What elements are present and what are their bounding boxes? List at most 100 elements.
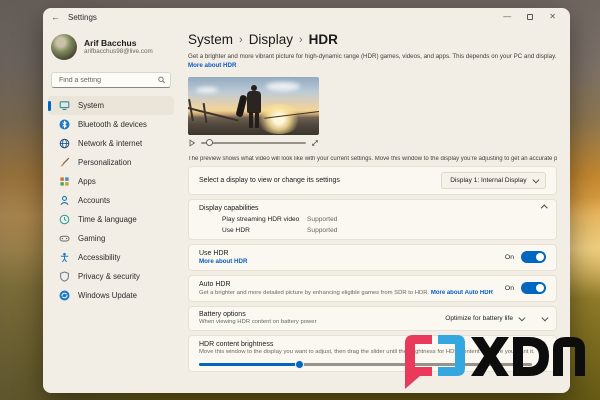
xda-logo: XDA [401,331,593,393]
auto-hdr-toggle[interactable] [521,282,546,294]
display-capabilities-header[interactable]: Display capabilities [199,205,546,212]
slider-fill [199,363,299,366]
person-icon [59,195,70,206]
more-about-auto-hdr-link[interactable]: More about Auto HDR [431,290,493,296]
sidebar-item-time-language[interactable]: Time & language [48,210,174,229]
sidebar-item-label: Accessibility [78,253,120,262]
battery-options-title: Battery options [199,311,437,318]
xda-logo-letters [471,337,585,376]
intro-body: Get a brighter and more vibrant picture … [188,53,556,60]
battery-options-row: Battery options When viewing HDR content… [188,306,557,331]
sidebar-item-personalization[interactable]: Personalization [48,153,174,172]
brush-icon [59,157,70,168]
breadcrumb-separator: › [239,34,243,46]
xda-logo-red-bracket [405,335,432,389]
hdr-preview-video[interactable] [188,77,319,135]
display-select-value: Display 1: Internal Display [450,177,526,184]
display-select-dropdown[interactable]: Display 1: Internal Display [441,172,546,189]
search-icon [158,76,165,84]
video-controls [188,137,319,150]
sidebar-item-label: Apps [78,177,96,186]
auto-hdr-row: Auto HDR Get a brighter and more detaile… [188,275,557,302]
sidebar-item-system[interactable]: System [48,96,174,115]
maximize-icon[interactable] [527,14,533,20]
slider-handle[interactable] [295,360,304,369]
capability-row: Play streaming HDR video Supported [199,216,546,223]
search-box[interactable] [51,72,171,88]
capability-label: Use HDR [222,227,307,234]
expander-chevron-icon[interactable] [541,314,547,320]
select-display-label: Select a display to view or change its s… [199,177,441,184]
breadcrumb: System › Display › HDR [188,32,557,47]
sidebar-item-apps[interactable]: Apps [48,172,174,191]
seek-handle[interactable] [206,139,213,146]
more-about-hdr-link[interactable]: More about HDR [199,258,247,265]
use-hdr-state: On [505,254,514,261]
sidebar-item-label: Gaming [78,234,105,243]
chevron-down-icon [532,176,538,182]
capability-value: Supported [307,216,337,223]
accessibility-icon [59,252,70,263]
window-title: Settings [68,13,97,22]
use-hdr-row: Use HDR More about HDR On [188,244,557,272]
sidebar: Arif Bacchus arifbacchus98@live.com Syst… [43,26,179,393]
sun-glow [256,104,302,134]
auto-hdr-subtitle: Get a brighter and more detailed picture… [199,290,431,296]
sidebar-item-windows-update[interactable]: Windows Update [48,286,174,305]
video-seekbar[interactable] [201,142,306,144]
sidebar-item-label: Privacy & security [78,272,140,281]
avatar [51,34,77,60]
user-name: Arif Bacchus [84,38,153,48]
desktop-background: ← Settings — ✕ Arif Bacchus arifbacchus9… [0,0,600,400]
select-display-row: Select a display to view or change its s… [188,166,557,195]
sidebar-item-accessibility[interactable]: Accessibility [48,248,174,267]
sidebar-item-label: System [78,101,104,110]
close-icon[interactable]: ✕ [549,13,556,21]
sidebar-item-network[interactable]: Network & internet [48,134,174,153]
display-capabilities-title: Display capabilities [199,205,542,212]
globe-icon [59,138,70,149]
user-email: arifbacchus98@live.com [84,48,153,56]
search-input[interactable] [57,76,158,85]
more-about-hdr-link[interactable]: More about HDR [188,62,236,69]
sidebar-nav: System Bluetooth & devices Network & int… [43,96,179,305]
preview-caption: The preview shows what video will look l… [188,156,557,162]
monitor-icon [59,100,70,111]
bluetooth-icon [59,119,70,130]
sidebar-item-accounts[interactable]: Accounts [48,191,174,210]
breadcrumb-separator: › [299,34,303,46]
gamepad-icon [59,233,70,244]
sidebar-item-label: Accounts [78,196,110,205]
capability-row: Use HDR Supported [199,227,546,234]
fullscreen-icon[interactable] [311,139,319,147]
sidebar-item-label: Bluetooth & devices [78,120,147,129]
minimize-icon[interactable]: — [503,13,511,21]
sidebar-item-privacy[interactable]: Privacy & security [48,267,174,286]
back-arrow-icon[interactable]: ← [51,12,60,22]
sidebar-item-gaming[interactable]: Gaming [48,229,174,248]
sidebar-item-label: Windows Update [78,291,137,300]
xda-logo-blue-bracket [438,335,465,376]
display-capabilities-card: Display capabilities Play streaming HDR … [188,199,557,240]
breadcrumb-display[interactable]: Display [249,32,293,47]
apps-grid-icon [59,176,70,187]
intro-text: Get a brighter and more vibrant picture … [188,52,557,71]
chevron-up-icon[interactable] [541,205,547,211]
auto-hdr-state: On [505,285,514,292]
user-profile[interactable]: Arif Bacchus arifbacchus98@live.com [43,30,179,64]
sidebar-item-label: Personalization [78,158,131,167]
battery-options-subtitle: When viewing HDR content on battery powe… [199,319,437,325]
use-hdr-toggle[interactable] [521,251,546,263]
sidebar-item-bluetooth[interactable]: Bluetooth & devices [48,115,174,134]
play-icon[interactable] [188,139,196,147]
shield-icon [59,271,70,282]
auto-hdr-title: Auto HDR [199,281,505,288]
chevron-down-icon [519,314,525,320]
cloud [196,87,218,93]
active-indicator [48,101,51,111]
battery-dropdown[interactable]: Optimize for battery life [437,311,531,326]
cloud [266,82,300,91]
page-title: HDR [309,32,338,47]
breadcrumb-system[interactable]: System [188,32,233,47]
snowboarder-silhouette [245,85,263,129]
